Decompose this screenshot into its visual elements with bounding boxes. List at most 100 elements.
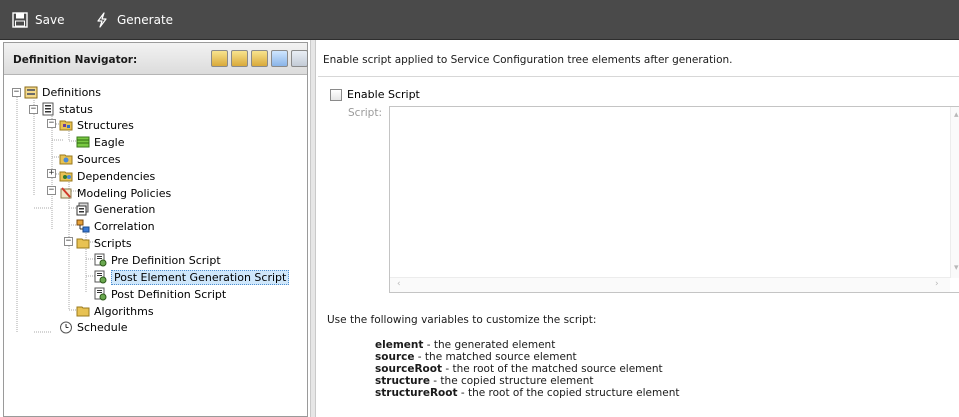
variables-intro: Use the following variables to customize… (327, 314, 597, 326)
variable-item: element - the generated element (375, 339, 679, 351)
schedule-clock-icon (60, 321, 72, 334)
tree-label-post-element-generation-script: Post Element Generation Script (111, 269, 290, 285)
structures-folder-icon (59, 120, 73, 131)
dependencies-folder-icon (59, 171, 73, 182)
tree-label-status: status (59, 102, 93, 116)
script-field-label: Script: (348, 107, 382, 119)
variable-desc: - the copied structure element (429, 375, 594, 387)
tree-label-post-definition-script: Post Definition Script (111, 287, 227, 301)
definition-navigator-panel: Definition Navigator: − − − + − − Defini… (3, 42, 308, 417)
structure-icon (76, 136, 90, 148)
tree-label-scripts: Scripts (94, 236, 132, 250)
tree-label-pre-definition-script: Pre Definition Script (111, 253, 221, 267)
script-icon (94, 287, 107, 301)
navigator-title: Definition Navigator: (13, 54, 138, 66)
tree-label-schedule: Schedule (77, 320, 128, 334)
horizontal-scrollbar[interactable]: ‹ › (390, 277, 950, 292)
tree-node-structures[interactable]: Structures (59, 117, 134, 133)
variable-name: structureRoot (375, 387, 458, 399)
sources-folder-icon (59, 154, 73, 165)
save-icon (12, 12, 28, 28)
panel-description: Enable script applied to Service Configu… (323, 54, 733, 66)
script-icon (94, 270, 107, 284)
tree-collapse-icon[interactable] (251, 50, 268, 67)
tree-label-generation: Generation (94, 202, 156, 216)
variable-name: source (375, 351, 415, 363)
tree-label-correlation: Correlation (94, 219, 155, 233)
expander-scripts[interactable]: − (64, 237, 73, 246)
toolbar: Save Generate (0, 0, 959, 40)
variable-name: element (375, 339, 424, 351)
script-settings-panel: Enable script applied to Service Configu… (318, 40, 959, 417)
generate-icon (97, 12, 107, 28)
tree-node-status[interactable]: status (41, 101, 93, 117)
definitions-icon (24, 86, 38, 99)
tree-expand-icon[interactable] (231, 50, 248, 67)
tree-node-modeling-policies[interactable]: Modeling Policies (59, 185, 171, 201)
tree-node-scripts[interactable]: Scripts (76, 235, 132, 251)
variable-name: sourceRoot (375, 363, 442, 375)
tree-node-definitions[interactable]: Definitions (24, 84, 101, 100)
variable-item: structureRoot - the root of the copied s… (375, 387, 679, 399)
save-button[interactable]: Save (12, 10, 64, 30)
divider (318, 76, 959, 77)
scroll-up-icon[interactable]: ▴ (954, 110, 959, 120)
tree-label-modeling-policies: Modeling Policies (77, 186, 172, 200)
variable-item: source - the matched source element (375, 351, 679, 363)
save-label: Save (35, 13, 65, 27)
variable-desc: - the generated element (423, 339, 556, 351)
enable-script-label: Enable Script (347, 88, 420, 101)
generate-button[interactable]: Generate (94, 10, 173, 30)
scroll-left-icon[interactable]: ‹ (397, 279, 401, 289)
tree-label-algorithms: Algorithms (94, 304, 154, 318)
tree-node-eagle[interactable]: Eagle (76, 134, 125, 150)
variables-list: element - the generated element source -… (375, 339, 679, 399)
expander-definitions[interactable]: − (12, 88, 21, 97)
variable-item: sourceRoot - the root of the matched sou… (375, 363, 679, 375)
modeling-policies-icon (60, 187, 72, 199)
tree-node-schedule[interactable]: Schedule (59, 319, 128, 335)
variable-desc: - the root of the matched source element (442, 363, 663, 375)
definition-document-icon (42, 102, 54, 116)
scroll-right-icon[interactable]: › (935, 279, 939, 289)
script-icon (94, 253, 107, 267)
expander-status[interactable]: − (29, 105, 38, 114)
scripts-folder-icon (76, 238, 90, 249)
vertical-scrollbar[interactable]: ▴ ▾ (950, 107, 959, 278)
algorithms-folder-icon (76, 306, 90, 317)
tree-node-generation[interactable]: Generation (76, 201, 155, 217)
tree-node-pre-definition-script[interactable]: Pre Definition Script (93, 252, 221, 268)
navigator-header: Definition Navigator: (4, 43, 308, 75)
refresh-icon[interactable] (271, 50, 288, 67)
tree-node-post-definition-script[interactable]: Post Definition Script (93, 286, 226, 302)
tree-node-sources[interactable]: Sources (59, 151, 121, 167)
close-icon[interactable] (291, 50, 308, 67)
expander-structures[interactable]: − (47, 119, 56, 128)
notes-icon[interactable] (211, 50, 228, 67)
variable-name: structure (375, 375, 430, 387)
generate-label: Generate (117, 13, 174, 27)
definition-tree: − − − + − − Definitions status Structure… (4, 77, 307, 416)
correlation-icon (76, 219, 90, 233)
enable-script-option[interactable]: Enable Script (330, 88, 420, 101)
variable-desc: - the root of the copied structure eleme… (457, 387, 680, 399)
panel-splitter[interactable] (310, 40, 316, 417)
tree-label-sources: Sources (77, 152, 121, 166)
navigator-toolbar (211, 50, 311, 67)
tree-node-dependencies[interactable]: Dependencies (59, 168, 155, 184)
tree-label-dependencies: Dependencies (77, 169, 156, 183)
tree-label-eagle: Eagle (94, 135, 125, 149)
tree-node-algorithms[interactable]: Algorithms (76, 303, 154, 319)
generation-icon (76, 202, 89, 216)
variable-item: structure - the copied structure element (375, 375, 679, 387)
tree-node-correlation[interactable]: Correlation (76, 218, 155, 234)
expander-modeling-policies[interactable]: − (47, 186, 56, 195)
tree-label-structures: Structures (77, 118, 134, 132)
tree-node-post-element-generation-script[interactable]: Post Element Generation Script (93, 269, 290, 285)
scroll-down-icon[interactable]: ▾ (954, 263, 959, 273)
variable-desc: - the matched source element (414, 351, 577, 363)
expander-dependencies[interactable]: + (47, 169, 56, 178)
tree-label-definitions: Definitions (42, 85, 101, 99)
script-textarea[interactable]: ▴ ▾ ‹ › (389, 106, 959, 293)
enable-script-checkbox[interactable] (330, 88, 342, 101)
